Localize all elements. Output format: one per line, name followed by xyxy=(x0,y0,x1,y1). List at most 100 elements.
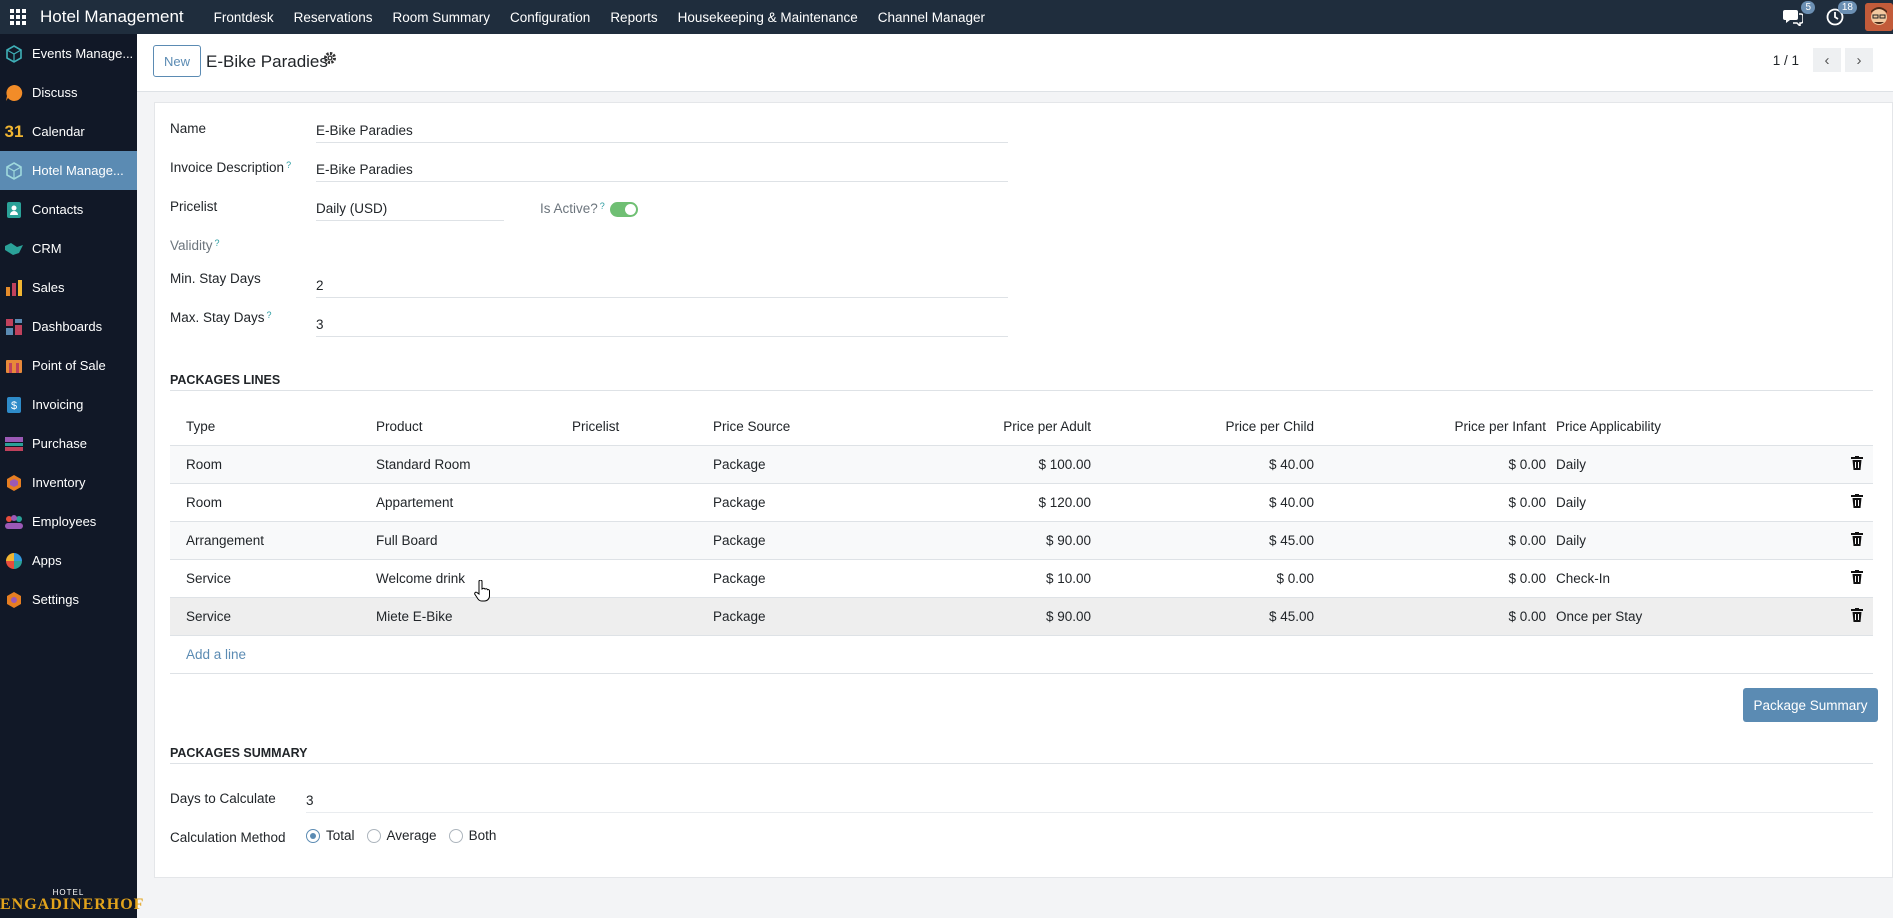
cell-price-child[interactable]: $ 0.00 xyxy=(1101,559,1324,598)
cell-price-child[interactable]: $ 40.00 xyxy=(1101,483,1324,522)
cell-price-adult[interactable]: $ 120.00 xyxy=(878,483,1101,522)
sidebar-item-events[interactable]: Events Manage... xyxy=(0,34,137,73)
name-field[interactable]: E-Bike Paradies xyxy=(316,117,1008,143)
radio-total-label[interactable]: Total xyxy=(326,828,355,843)
col-price-adult[interactable]: Price per Adult xyxy=(878,409,1101,446)
trash-icon[interactable] xyxy=(1851,493,1863,508)
menu-reports[interactable]: Reports xyxy=(600,10,667,25)
new-button[interactable]: New xyxy=(153,45,202,77)
help-icon[interactable]: ? xyxy=(267,310,272,320)
pricelist-field[interactable]: Daily (USD) xyxy=(316,195,504,221)
cell-price-child[interactable]: $ 45.00 xyxy=(1101,597,1324,636)
cell-price-infant[interactable]: $ 0.00 xyxy=(1324,597,1556,636)
sidebar-item-contacts[interactable]: Contacts xyxy=(0,190,137,229)
cell-applicability[interactable]: Once per Stay xyxy=(1556,597,1793,636)
cell-price-infant[interactable]: $ 0.00 xyxy=(1324,483,1556,522)
cell-price-source[interactable]: Package xyxy=(697,559,878,598)
sidebar-item-purchase[interactable]: Purchase xyxy=(0,424,137,463)
app-brand[interactable]: Hotel Management xyxy=(40,7,184,27)
package-summary-button[interactable]: Package Summary xyxy=(1743,688,1878,722)
help-icon[interactable]: ? xyxy=(600,201,605,211)
col-price-child[interactable]: Price per Child xyxy=(1101,409,1324,446)
col-product[interactable]: Product xyxy=(360,409,556,446)
max-stay-field[interactable]: 3 xyxy=(316,311,1008,337)
sidebar-item-employees[interactable]: Employees xyxy=(0,502,137,541)
sidebar-item-invoicing[interactable]: $ Invoicing xyxy=(0,385,137,424)
menu-frontdesk[interactable]: Frontdesk xyxy=(204,10,284,25)
cell-price-infant[interactable]: $ 0.00 xyxy=(1324,559,1556,598)
activities-icon[interactable]: 18 xyxy=(1823,1,1857,29)
cell-price-child[interactable]: $ 45.00 xyxy=(1101,521,1324,560)
radio-average-label[interactable]: Average xyxy=(387,828,437,843)
add-a-line-link[interactable]: Add a line xyxy=(186,647,246,662)
pager-value[interactable]: 1 / 1 xyxy=(1773,53,1799,68)
days-to-calculate-field[interactable]: 3 xyxy=(306,787,1873,813)
cell-product[interactable]: Miete E-Bike xyxy=(360,597,556,636)
cell-price-adult[interactable]: $ 90.00 xyxy=(878,521,1101,560)
cell-price-adult[interactable]: $ 100.00 xyxy=(878,445,1101,484)
cell-type[interactable]: Room xyxy=(170,483,360,522)
col-price-applicability[interactable]: Price Applicability xyxy=(1556,409,1793,446)
menu-channel-manager[interactable]: Channel Manager xyxy=(868,10,995,25)
cell-pricelist[interactable] xyxy=(556,445,697,484)
cell-price-infant[interactable]: $ 0.00 xyxy=(1324,521,1556,560)
sidebar-item-crm[interactable]: CRM xyxy=(0,229,137,268)
cell-applicability[interactable]: Daily xyxy=(1556,445,1793,484)
sidebar-item-settings[interactable]: Settings xyxy=(0,580,137,619)
user-avatar[interactable] xyxy=(1865,3,1893,31)
table-row[interactable]: Service Miete E-Bike Package $ 90.00 $ 4… xyxy=(170,597,1873,636)
radio-both[interactable] xyxy=(448,828,463,843)
sidebar-item-discuss[interactable]: Discuss xyxy=(0,73,137,112)
cell-pricelist[interactable] xyxy=(556,559,697,598)
table-row[interactable]: Service Welcome drink Package $ 10.00 $ … xyxy=(170,559,1873,598)
sidebar-item-sales[interactable]: Sales xyxy=(0,268,137,307)
cell-product[interactable]: Welcome drink xyxy=(360,559,556,598)
sidebar-item-calendar[interactable]: 31 Calendar xyxy=(0,112,137,151)
cell-product[interactable]: Standard Room xyxy=(360,445,556,484)
col-price-source[interactable]: Price Source xyxy=(697,409,878,446)
help-icon[interactable]: ? xyxy=(286,160,291,170)
table-row[interactable]: Room Appartement Package $ 120.00 $ 40.0… xyxy=(170,483,1873,522)
help-icon[interactable]: ? xyxy=(215,238,220,248)
messages-icon[interactable]: 5 xyxy=(1781,1,1815,29)
sidebar-item-point-of-sale[interactable]: Point of Sale xyxy=(0,346,137,385)
cell-price-adult[interactable]: $ 10.00 xyxy=(878,559,1101,598)
is-active-toggle[interactable] xyxy=(610,202,638,217)
cell-product[interactable]: Appartement xyxy=(360,483,556,522)
cell-price-source[interactable]: Package xyxy=(697,445,878,484)
cell-price-source[interactable]: Package xyxy=(697,597,878,636)
cell-price-child[interactable]: $ 40.00 xyxy=(1101,445,1324,484)
cell-product[interactable]: Full Board xyxy=(360,521,556,560)
menu-configuration[interactable]: Configuration xyxy=(500,10,600,25)
cell-price-source[interactable]: Package xyxy=(697,521,878,560)
radio-average[interactable] xyxy=(366,828,381,843)
chevron-right-icon[interactable]: › xyxy=(1845,48,1873,72)
cell-price-source[interactable]: Package xyxy=(697,483,878,522)
menu-housekeeping[interactable]: Housekeeping & Maintenance xyxy=(668,10,868,25)
col-pricelist[interactable]: Pricelist xyxy=(556,409,697,446)
sidebar-item-dashboards[interactable]: Dashboards xyxy=(0,307,137,346)
cell-pricelist[interactable] xyxy=(556,597,697,636)
chevron-left-icon[interactable]: ‹ xyxy=(1813,48,1841,72)
cell-applicability[interactable]: Daily xyxy=(1556,521,1793,560)
sidebar-item-hotel-management[interactable]: Hotel Manage... xyxy=(0,151,137,190)
cell-type[interactable]: Service xyxy=(170,559,360,598)
cell-price-infant[interactable]: $ 0.00 xyxy=(1324,445,1556,484)
trash-icon[interactable] xyxy=(1851,607,1863,622)
sidebar-item-inventory[interactable]: Inventory xyxy=(0,463,137,502)
sidebar-item-apps[interactable]: Apps xyxy=(0,541,137,580)
app-menu-icon[interactable] xyxy=(8,7,28,27)
invoice-description-field[interactable]: E-Bike Paradies xyxy=(316,156,1008,182)
cell-type[interactable]: Arrangement xyxy=(170,521,360,560)
cell-pricelist[interactable] xyxy=(556,483,697,522)
cell-type[interactable]: Room xyxy=(170,445,360,484)
radio-total[interactable] xyxy=(306,828,320,843)
cell-pricelist[interactable] xyxy=(556,521,697,560)
trash-icon[interactable] xyxy=(1851,531,1863,546)
cell-price-adult[interactable]: $ 90.00 xyxy=(878,597,1101,636)
table-row[interactable]: Arrangement Full Board Package $ 90.00 $… xyxy=(170,521,1873,560)
gear-icon[interactable] xyxy=(323,51,337,69)
menu-room-summary[interactable]: Room Summary xyxy=(382,10,500,25)
trash-icon[interactable] xyxy=(1851,569,1863,584)
trash-icon[interactable] xyxy=(1851,455,1863,470)
